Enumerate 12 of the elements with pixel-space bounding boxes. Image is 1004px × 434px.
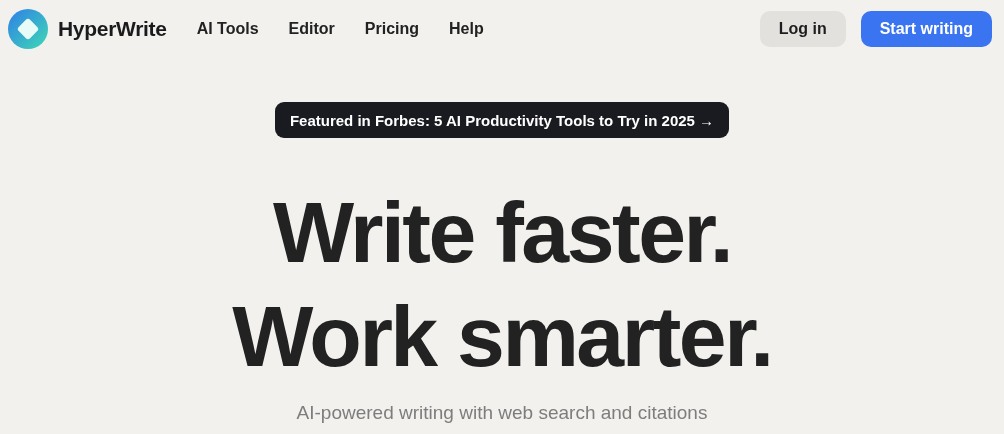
subtitle: AI-powered writing with web search and citations xyxy=(296,402,708,424)
nav-link[interactable]: Editor xyxy=(288,20,335,38)
logo-icon xyxy=(8,9,48,49)
nav-link[interactable]: Help xyxy=(449,20,484,38)
headline: Write faster. xyxy=(271,183,733,282)
headline: Work smarter. xyxy=(232,287,772,386)
login-button[interactable]: Log in xyxy=(759,11,846,47)
announcement-banner[interactable]: Featured in Forbes: 5 AI Productivity Tools to Try in 2025 → xyxy=(274,102,730,138)
nav-link[interactable]: AI Tools xyxy=(196,20,259,38)
start-writing-button[interactable]: Start writing xyxy=(860,11,992,47)
brand-name: HyperWrite xyxy=(58,17,167,41)
nav-link[interactable]: Pricing xyxy=(364,20,420,38)
